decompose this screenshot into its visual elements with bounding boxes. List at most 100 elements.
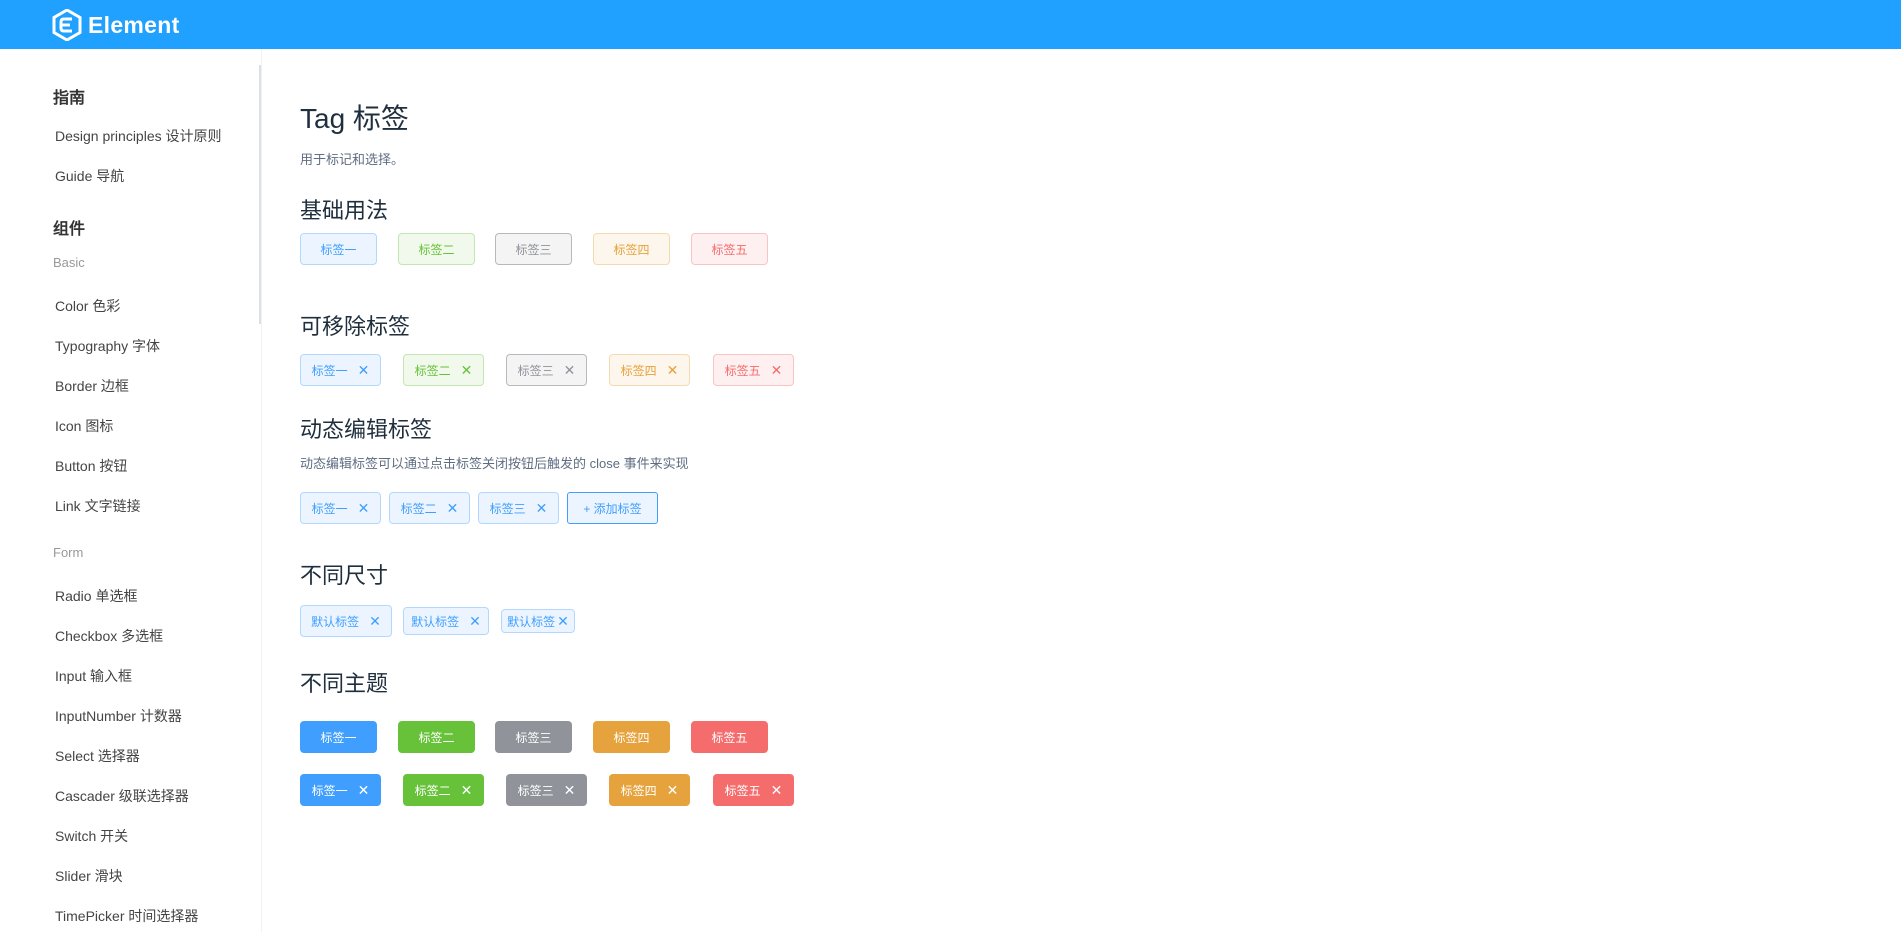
close-icon[interactable]: ✕: [358, 783, 370, 797]
tag-label: 默认标签: [311, 614, 360, 629]
sidebar-item-switch[interactable]: Switch 开关: [55, 826, 128, 846]
dark-tag: 标签三: [495, 721, 572, 753]
tag-label: 标签三: [515, 730, 552, 745]
tag-label: 标签一: [320, 242, 357, 257]
close-icon[interactable]: ✕: [447, 501, 459, 515]
dark-closable-tag: 标签四 ✕: [609, 774, 690, 806]
tag: 标签四: [593, 233, 670, 265]
closable-tag: 标签三 ✕: [506, 354, 587, 386]
tag-label: 标签五: [711, 242, 748, 257]
sidebar-item-cascader[interactable]: Cascader 级联选择器: [55, 786, 189, 806]
nav-sub-form: Form: [53, 545, 84, 560]
small-size-tag: 默认标签 ✕: [501, 609, 575, 633]
close-icon[interactable]: ✕: [667, 363, 679, 377]
closable-tag: 标签五 ✕: [713, 354, 794, 386]
logo-text: Element: [88, 11, 180, 38]
editable-tag: 标签一 ✕: [300, 492, 381, 524]
dark-closable-tag: 标签三 ✕: [506, 774, 587, 806]
tag-label: 标签二: [414, 783, 451, 798]
sidebar-item-color[interactable]: Color 色彩: [55, 296, 120, 316]
sidebar-item-guide[interactable]: Guide 导航: [55, 166, 124, 186]
tag-label: 标签一: [311, 363, 348, 378]
close-icon[interactable]: ✕: [469, 614, 481, 628]
tag-label: 标签四: [620, 783, 657, 798]
close-icon[interactable]: ✕: [536, 501, 548, 515]
sidebar-item-design-principles[interactable]: Design principles 设计原则: [55, 126, 222, 146]
closable-tag: 标签四 ✕: [609, 354, 690, 386]
section-description-dynamic: 动态编辑标签可以通过点击标签关闭按钮后触发的 close 事件来实现: [300, 456, 689, 471]
add-tag-button[interactable]: + 添加标签: [567, 492, 658, 524]
dark-closable-tag: 标签一 ✕: [300, 774, 381, 806]
tag-label: 默认标签: [411, 614, 460, 629]
page-description: 用于标记和选择。: [300, 152, 405, 167]
sidebar-item-button[interactable]: Button 按钮: [55, 456, 127, 476]
section-title-themes: 不同主题: [300, 671, 389, 696]
dark-tag: 标签五: [691, 721, 768, 753]
tag-label: 标签一: [311, 501, 348, 516]
tag-label: 标签二: [418, 242, 455, 257]
sidebar-item-inputnumber[interactable]: InputNumber 计数器: [55, 706, 182, 726]
editable-tag: 标签三 ✕: [478, 492, 559, 524]
tag-label: 标签一: [311, 783, 348, 798]
sidebar-item-icon[interactable]: Icon 图标: [55, 416, 113, 436]
dark-tag: 标签四: [593, 721, 670, 753]
page-title: Tag 标签: [300, 103, 409, 134]
tag-label: 标签三: [517, 783, 554, 798]
top-navbar: Element: [0, 0, 1901, 49]
tag: 标签三: [495, 233, 572, 265]
sidebar-item-border[interactable]: Border 边框: [55, 376, 129, 396]
sidebar-item-radio[interactable]: Radio 单选框: [55, 586, 137, 606]
close-icon[interactable]: ✕: [771, 783, 783, 797]
closable-tag: 标签一 ✕: [300, 354, 381, 386]
sidebar: 指南 Design principles 设计原则 Guide 导航 组件 Ba…: [0, 49, 262, 932]
sidebar-item-timepicker[interactable]: TimePicker 时间选择器: [55, 906, 198, 926]
tag: 标签一: [300, 233, 377, 265]
nav-group-guide: 指南: [53, 90, 86, 107]
section-title-basic: 基础用法: [300, 198, 389, 223]
dark-tag: 标签二: [398, 721, 475, 753]
tag-label: 标签三: [517, 363, 554, 378]
element-logo-icon: [52, 9, 82, 41]
dark-closable-tag: 标签五 ✕: [713, 774, 794, 806]
close-icon[interactable]: ✕: [771, 363, 783, 377]
sidebar-item-select[interactable]: Select 选择器: [55, 746, 140, 766]
tag: 标签五: [691, 233, 768, 265]
tag-label: 标签五: [711, 730, 748, 745]
medium-size-tag: 默认标签 ✕: [403, 607, 489, 635]
nav-group-components: 组件: [53, 221, 86, 238]
default-size-tag: 默认标签 ✕: [300, 605, 392, 637]
tag-label: 标签五: [724, 783, 761, 798]
close-icon[interactable]: ✕: [564, 363, 576, 377]
element-logo[interactable]: Element: [52, 9, 180, 41]
sidebar-item-input[interactable]: Input 输入框: [55, 666, 132, 686]
editable-tag: 标签二 ✕: [389, 492, 470, 524]
close-icon[interactable]: ✕: [564, 783, 576, 797]
main-content: Tag 标签 用于标记和选择。 基础用法 标签一 标签二 标签三 标签四 标签五…: [262, 49, 1901, 932]
tag: 标签二: [398, 233, 475, 265]
close-icon[interactable]: ✕: [461, 363, 473, 377]
close-icon[interactable]: ✕: [358, 501, 370, 515]
sidebar-item-link[interactable]: Link 文字链接: [55, 496, 141, 516]
close-icon[interactable]: ✕: [358, 363, 370, 377]
nav-sub-basic: Basic: [53, 255, 85, 270]
tag-label: 标签二: [414, 363, 451, 378]
dark-tag: 标签一: [300, 721, 377, 753]
tag-label: 标签五: [724, 363, 761, 378]
sidebar-item-typography[interactable]: Typography 字体: [55, 336, 160, 356]
section-title-removable: 可移除标签: [300, 314, 411, 339]
tag-label: 标签一: [320, 730, 357, 745]
tag-label: 标签三: [515, 242, 552, 257]
close-icon[interactable]: ✕: [461, 783, 473, 797]
sidebar-item-slider[interactable]: Slider 滑块: [55, 866, 123, 886]
sidebar-item-checkbox[interactable]: Checkbox 多选框: [55, 626, 163, 646]
section-title-dynamic: 动态编辑标签: [300, 417, 433, 442]
tag-label: 标签二: [400, 501, 437, 516]
closable-tag: 标签二 ✕: [403, 354, 484, 386]
tag-label: 标签三: [489, 501, 526, 516]
close-icon[interactable]: ✕: [557, 614, 569, 628]
tag-label: 默认标签: [507, 614, 556, 629]
tag-label: 标签四: [620, 363, 657, 378]
close-icon[interactable]: ✕: [369, 614, 381, 628]
tag-label: 标签四: [613, 242, 650, 257]
close-icon[interactable]: ✕: [667, 783, 679, 797]
